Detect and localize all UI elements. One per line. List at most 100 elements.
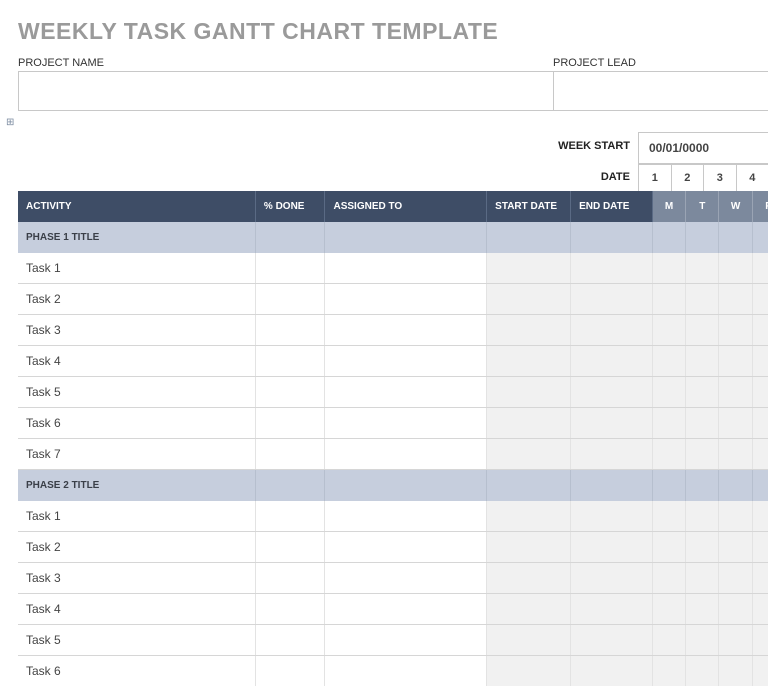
gantt-cell (686, 563, 719, 594)
task-assigned[interactable] (325, 501, 487, 532)
date-label: DATE (601, 164, 638, 191)
task-pct[interactable] (255, 315, 325, 346)
task-assigned[interactable] (325, 563, 487, 594)
table-row[interactable]: Task 7 (18, 439, 768, 470)
phase-cell (652, 222, 685, 253)
phase-row[interactable]: PHASE 2 TITLE (18, 470, 768, 502)
task-end[interactable] (571, 253, 653, 284)
task-assigned[interactable] (325, 439, 487, 470)
gantt-cell (652, 408, 685, 439)
gantt-cell (652, 625, 685, 656)
table-row[interactable]: Task 6 (18, 408, 768, 439)
gantt-cell (719, 594, 752, 625)
task-start[interactable] (487, 408, 571, 439)
task-end[interactable] (571, 377, 653, 408)
task-end[interactable] (571, 315, 653, 346)
task-activity: Task 3 (18, 315, 255, 346)
task-pct[interactable] (255, 501, 325, 532)
task-activity: Task 2 (18, 284, 255, 315)
table-row[interactable]: Task 5 (18, 625, 768, 656)
task-pct[interactable] (255, 656, 325, 686)
task-start[interactable] (487, 563, 571, 594)
table-row[interactable]: Task 3 (18, 563, 768, 594)
gantt-cell (652, 594, 685, 625)
task-end[interactable] (571, 439, 653, 470)
task-start[interactable] (487, 594, 571, 625)
task-assigned[interactable] (325, 253, 487, 284)
task-end[interactable] (571, 594, 653, 625)
task-end[interactable] (571, 284, 653, 315)
task-assigned[interactable] (325, 377, 487, 408)
task-end[interactable] (571, 346, 653, 377)
project-name-input[interactable] (18, 71, 553, 111)
expand-icon[interactable]: ⊞ (0, 111, 14, 125)
task-end[interactable] (571, 408, 653, 439)
table-row[interactable]: Task 4 (18, 346, 768, 377)
project-lead-input[interactable] (553, 71, 768, 111)
meta-row: PROJECT NAME PROJECT LEAD (0, 57, 768, 111)
gantt-cell (719, 439, 752, 470)
phase-cell (325, 470, 487, 502)
task-assigned[interactable] (325, 315, 487, 346)
gantt-cell (752, 594, 768, 625)
phase-row[interactable]: PHASE 1 TITLE (18, 222, 768, 253)
table-row[interactable]: Task 3 (18, 315, 768, 346)
task-assigned[interactable] (325, 346, 487, 377)
phase-title: PHASE 1 TITLE (18, 222, 255, 253)
task-assigned[interactable] (325, 594, 487, 625)
gantt-cell (719, 284, 752, 315)
task-start[interactable] (487, 346, 571, 377)
table-row[interactable]: Task 1 (18, 253, 768, 284)
task-pct[interactable] (255, 346, 325, 377)
task-activity: Task 5 (18, 625, 255, 656)
task-start[interactable] (487, 315, 571, 346)
task-pct[interactable] (255, 625, 325, 656)
task-pct[interactable] (255, 253, 325, 284)
phase-cell (752, 222, 768, 253)
phase-cell (686, 470, 719, 502)
task-end[interactable] (571, 656, 653, 686)
task-activity: Task 2 (18, 532, 255, 563)
gantt-cell (652, 377, 685, 408)
project-name-label: PROJECT NAME (18, 57, 553, 71)
table-row[interactable]: Task 2 (18, 284, 768, 315)
task-start[interactable] (487, 253, 571, 284)
task-end[interactable] (571, 532, 653, 563)
task-start[interactable] (487, 284, 571, 315)
task-assigned[interactable] (325, 532, 487, 563)
task-assigned[interactable] (325, 625, 487, 656)
gantt-table: ACTIVITY % DONE ASSIGNED TO START DATE E… (18, 191, 768, 686)
task-start[interactable] (487, 377, 571, 408)
date-number: 4 (736, 164, 768, 191)
task-pct[interactable] (255, 439, 325, 470)
task-start[interactable] (487, 439, 571, 470)
task-pct[interactable] (255, 284, 325, 315)
task-pct[interactable] (255, 377, 325, 408)
task-start[interactable] (487, 625, 571, 656)
table-row[interactable]: Task 6 (18, 656, 768, 686)
task-end[interactable] (571, 625, 653, 656)
task-end[interactable] (571, 563, 653, 594)
task-assigned[interactable] (325, 656, 487, 686)
task-start[interactable] (487, 501, 571, 532)
task-pct[interactable] (255, 408, 325, 439)
gantt-cell (752, 625, 768, 656)
gantt-cell (686, 408, 719, 439)
gantt-cell (752, 377, 768, 408)
table-row[interactable]: Task 1 (18, 501, 768, 532)
task-pct[interactable] (255, 563, 325, 594)
gantt-cell (752, 532, 768, 563)
task-assigned[interactable] (325, 408, 487, 439)
table-row[interactable]: Task 2 (18, 532, 768, 563)
task-start[interactable] (487, 656, 571, 686)
task-end[interactable] (571, 501, 653, 532)
task-pct[interactable] (255, 594, 325, 625)
table-row[interactable]: Task 4 (18, 594, 768, 625)
week-start-value[interactable]: 00/01/0000 (638, 132, 768, 164)
task-activity: Task 1 (18, 253, 255, 284)
task-start[interactable] (487, 532, 571, 563)
task-pct[interactable] (255, 532, 325, 563)
gantt-cell (719, 532, 752, 563)
table-row[interactable]: Task 5 (18, 377, 768, 408)
task-assigned[interactable] (325, 284, 487, 315)
